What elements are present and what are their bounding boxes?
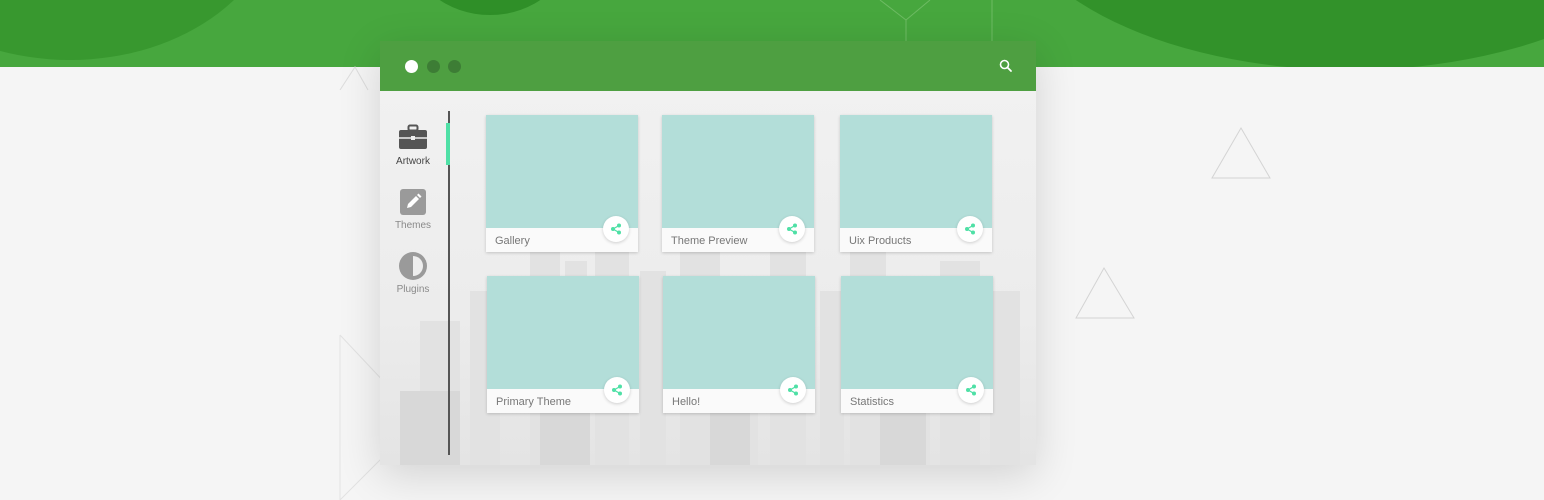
card-gallery[interactable]: Gallery	[486, 115, 638, 252]
share-button[interactable]	[958, 377, 984, 403]
title-bar	[380, 41, 1036, 91]
card-label: Gallery	[495, 235, 530, 247]
card-label: Statistics	[850, 396, 895, 408]
card-hello[interactable]: Hello!	[663, 276, 815, 413]
share-button[interactable]	[957, 216, 983, 242]
share-button[interactable]	[604, 377, 630, 403]
half-circle-icon	[399, 252, 427, 280]
card-thumbnail	[840, 115, 992, 228]
share-icon	[612, 384, 622, 396]
sidebar-item-themes[interactable]: Themes	[380, 187, 446, 231]
share-icon	[965, 223, 975, 235]
search-button[interactable]	[997, 57, 1015, 75]
card-label: Theme Preview	[671, 235, 748, 247]
card-thumbnail	[486, 115, 638, 228]
sidebar-item-label: Artwork	[396, 156, 430, 167]
card-primary-theme[interactable]: Primary Theme	[487, 276, 639, 413]
share-button[interactable]	[779, 216, 805, 242]
share-icon	[787, 223, 797, 235]
minimize-dot[interactable]	[427, 60, 440, 73]
share-icon	[611, 223, 621, 235]
share-button[interactable]	[780, 377, 806, 403]
maximize-dot[interactable]	[448, 60, 461, 73]
search-icon	[999, 59, 1012, 72]
card-thumbnail	[487, 276, 639, 389]
card-label: Primary Theme	[496, 396, 571, 408]
briefcase-icon	[399, 124, 427, 149]
card-label: Uix Products	[849, 235, 912, 247]
banner-blob	[410, 0, 570, 15]
banner-blob	[0, 0, 280, 60]
decorative-vertical-text	[318, 220, 332, 480]
card-label: Hello!	[672, 396, 701, 408]
card-thumbnail	[663, 276, 815, 389]
sidebar-item-label: Themes	[394, 220, 432, 231]
share-icon	[966, 384, 976, 396]
banner-blob	[1000, 0, 1544, 67]
card-uix-products[interactable]: Uix Products	[840, 115, 992, 252]
share-button[interactable]	[603, 216, 629, 242]
sidebar-item-plugins[interactable]: Plugins	[380, 251, 446, 295]
app-window: Artwork Themes Plugins Gallery Theme Pre…	[380, 41, 1036, 465]
share-icon	[788, 384, 798, 396]
sidebar-item-label: Plugins	[396, 284, 430, 295]
card-thumbnail	[841, 276, 993, 389]
close-dot[interactable]	[405, 60, 418, 73]
sidebar-active-indicator	[446, 123, 450, 165]
sidebar-item-artwork[interactable]: Artwork	[380, 123, 446, 167]
card-theme-preview[interactable]: Theme Preview	[662, 115, 814, 252]
card-statistics[interactable]: Statistics	[841, 276, 993, 413]
card-thumbnail	[662, 115, 814, 228]
pencil-icon	[400, 189, 426, 215]
